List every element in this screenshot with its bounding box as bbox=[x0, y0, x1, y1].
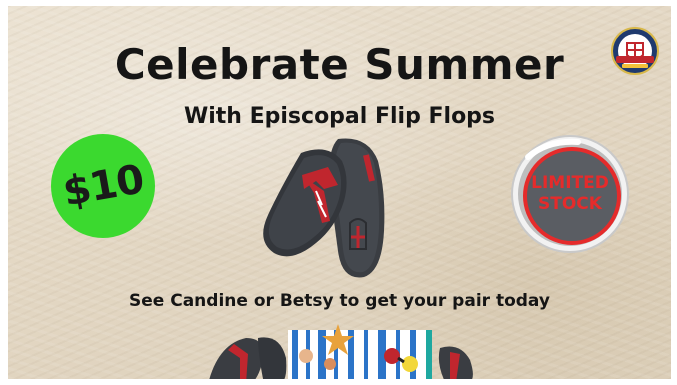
beach-towel-scene-icon bbox=[209, 324, 473, 379]
pickup-tagline: See Candine or Betsy to get your pair to… bbox=[129, 291, 550, 311]
price-badge: $10 bbox=[51, 134, 155, 238]
flyer-subtitle: With Episcopal Flip Flops bbox=[183, 104, 496, 129]
price-text: $10 bbox=[59, 156, 147, 216]
limited-stock-text: LIMITED STOCK bbox=[531, 173, 609, 214]
flyer-title: Celebrate Summer bbox=[114, 40, 565, 89]
flip-flops-icon bbox=[263, 138, 385, 278]
limited-stock-badge: LIMITED STOCK bbox=[508, 132, 632, 256]
flyer-image: Celebrate Summer With Episcopal Flip Flo… bbox=[8, 6, 671, 379]
